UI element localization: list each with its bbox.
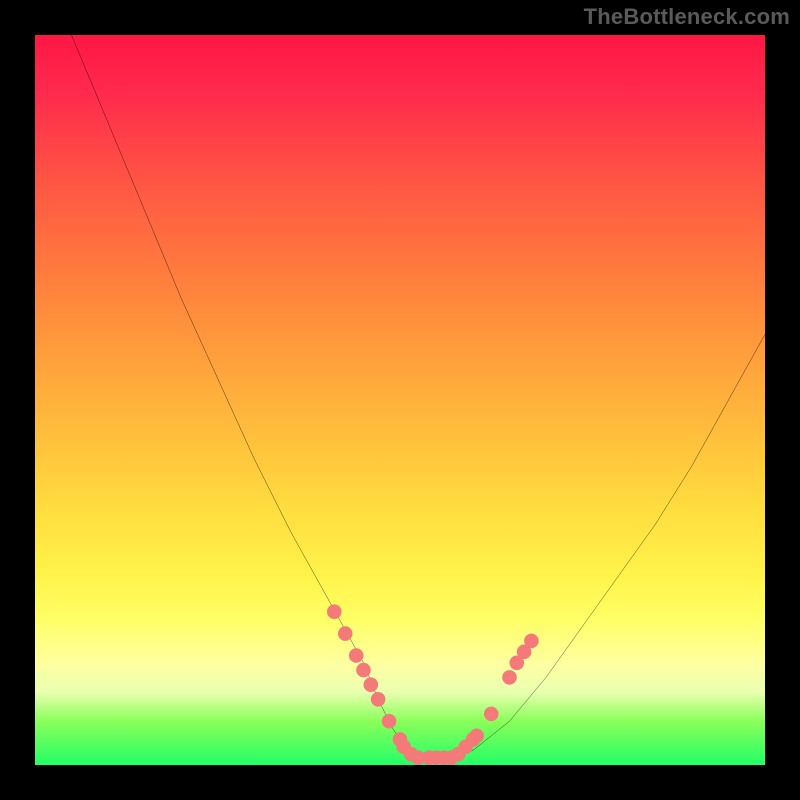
watermark-label: TheBottleneck.com: [584, 4, 790, 30]
gradient-plot-area: [35, 35, 765, 765]
chart-frame: TheBottleneck.com: [0, 0, 800, 800]
